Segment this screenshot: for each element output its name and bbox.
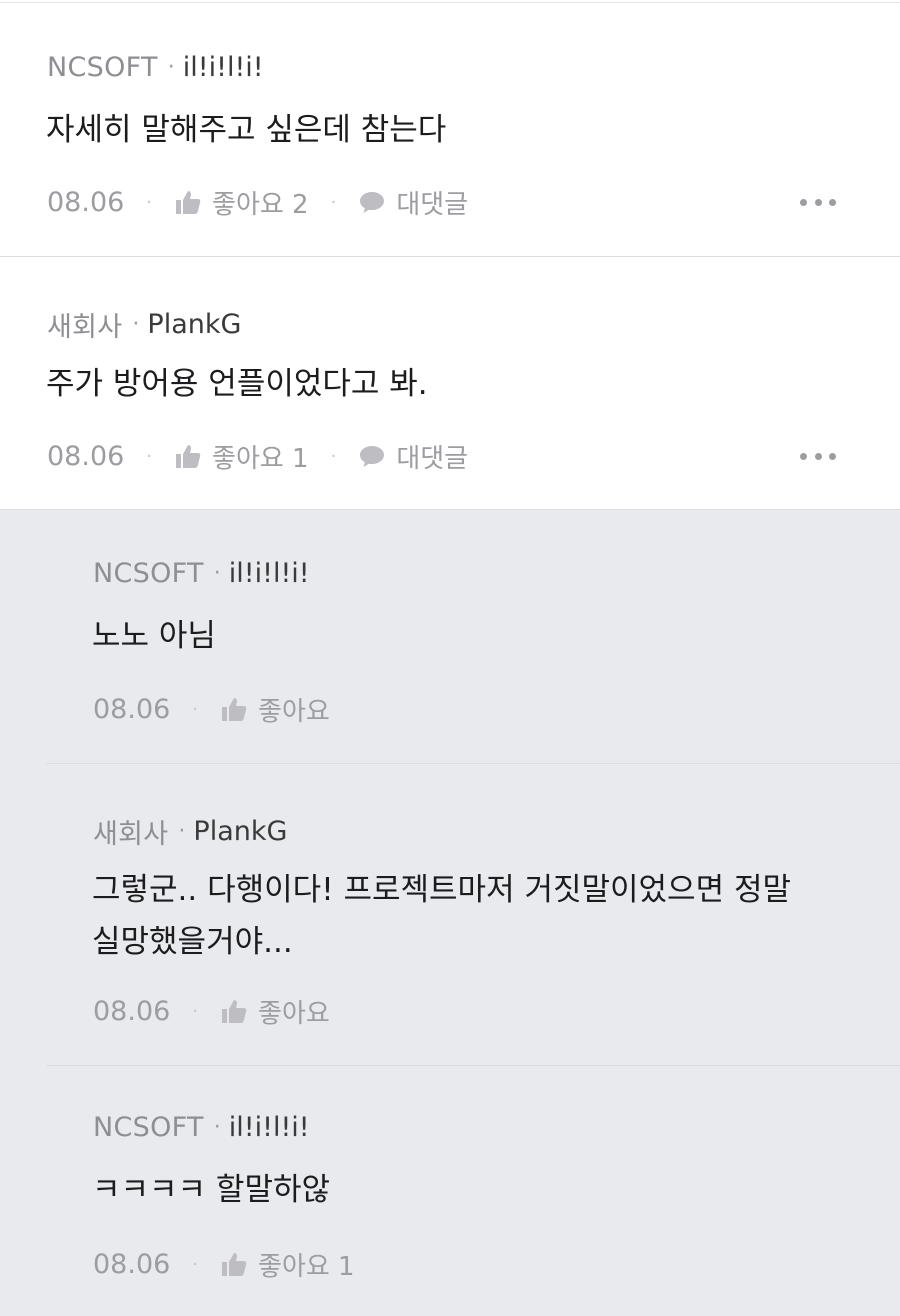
reply-date: 08.06 <box>93 693 171 725</box>
meta-separator: · <box>167 55 175 80</box>
author-company: 새회사 <box>47 312 123 343</box>
author-nickname[interactable]: PlankG <box>193 816 287 847</box>
reply-author: NCSOFT · il!i!l!i! <box>93 1112 310 1143</box>
speech-bubble-icon <box>358 442 386 470</box>
thumbs-up-icon <box>174 442 202 470</box>
reply-footer: 08.06 · 좋아요 1 <box>93 1244 355 1284</box>
comment-author: NCSOFT · il!i!l!i! <box>47 52 264 83</box>
comment-date: 08.06 <box>47 186 125 218</box>
reply-date: 08.06 <box>93 1248 171 1280</box>
comment-footer: 08.06 · 좋아요 2 · 대댓글 <box>47 182 468 222</box>
like-label: 좋아요 <box>258 998 330 1029</box>
meta-separator: · <box>213 561 221 586</box>
footer-separator: · <box>192 1000 199 1022</box>
thumbs-up-icon <box>174 188 202 216</box>
comment-text: 자세히 말해주고 싶은데 참는다 <box>46 112 447 148</box>
comment-item: 새회사 · PlankG 주가 방어용 언플이었다고 봐. 08.06 · 좋아… <box>0 257 900 510</box>
reply-footer: 08.06 · 좋아요 <box>93 991 330 1031</box>
reply-text: ㅋㅋㅋㅋ 할말하않 <box>92 1172 331 1208</box>
reply-text: 노노 아님 <box>92 618 216 654</box>
reply-author: NCSOFT · il!i!l!i! <box>93 558 310 589</box>
comment-footer: 08.06 · 좋아요 1 · 대댓글 <box>47 436 468 476</box>
author-nickname[interactable]: il!i!l!i! <box>229 558 310 589</box>
author-company: NCSOFT <box>93 558 204 589</box>
author-company: 새회사 <box>93 819 169 850</box>
like-label: 좋아요 1 <box>258 1251 355 1282</box>
reply-thread: NCSOFT · il!i!l!i! 노노 아님 08.06 · 좋아요 새회사 <box>0 510 900 1316</box>
footer-separator: · <box>192 698 199 720</box>
like-button[interactable]: 좋아요 <box>220 993 330 1030</box>
footer-separator: · <box>330 445 337 467</box>
reply-button[interactable]: 대댓글 <box>358 438 468 475</box>
reply-author: 새회사 · PlankG <box>93 812 287 851</box>
thumbs-up-icon <box>220 695 248 723</box>
thumbs-up-icon <box>220 997 248 1025</box>
comment-date: 08.06 <box>47 440 125 472</box>
footer-separator: · <box>146 191 153 213</box>
author-company: NCSOFT <box>93 1112 204 1143</box>
more-dots-icon[interactable] <box>800 187 836 217</box>
meta-separator: · <box>213 1115 221 1140</box>
speech-bubble-icon <box>358 188 386 216</box>
like-button[interactable]: 좋아요 1 <box>220 1246 355 1283</box>
comment-author: 새회사 · PlankG <box>47 305 241 344</box>
like-label: 좋아요 1 <box>212 443 309 474</box>
thumbs-up-icon <box>220 1250 248 1278</box>
footer-separator: · <box>330 191 337 213</box>
reply-text: 그렇군.. 다행이다! 프로젝트마저 거짓말이었으면 정말 실망했을거야... <box>92 872 791 960</box>
reply-item: NCSOFT · il!i!l!i! ㅋㅋㅋㅋ 할말하않 08.06 · 좋아요… <box>0 1066 900 1316</box>
reply-item: 새회사 · PlankG 그렇군.. 다행이다! 프로젝트마저 거짓말이었으면 … <box>0 764 900 1065</box>
meta-separator: · <box>132 312 140 337</box>
footer-separator: · <box>146 445 153 467</box>
like-button[interactable]: 좋아요 1 <box>174 438 309 475</box>
like-label: 좋아요 <box>258 696 330 727</box>
reply-button[interactable]: 대댓글 <box>358 184 468 221</box>
like-button[interactable]: 좋아요 2 <box>174 184 309 221</box>
comment-feed: NCSOFT · il!i!l!i! 자세히 말해주고 싶은데 참는다 08.0… <box>0 0 900 1316</box>
author-nickname[interactable]: PlankG <box>147 309 241 340</box>
reply-date: 08.06 <box>93 995 171 1027</box>
author-nickname[interactable]: il!i!l!i! <box>229 1112 310 1143</box>
comment-item: NCSOFT · il!i!l!i! 자세히 말해주고 싶은데 참는다 08.0… <box>0 3 900 257</box>
reply-label: 대댓글 <box>396 189 469 220</box>
more-dots-icon[interactable] <box>800 441 836 471</box>
reply-label: 대댓글 <box>396 443 469 474</box>
meta-separator: · <box>178 819 186 844</box>
author-company: NCSOFT <box>47 52 158 83</box>
comment-text: 주가 방어용 언플이었다고 봐. <box>46 366 428 402</box>
author-nickname[interactable]: il!i!l!i! <box>183 52 264 83</box>
reply-item: NCSOFT · il!i!l!i! 노노 아님 08.06 · 좋아요 <box>0 510 900 763</box>
reply-footer: 08.06 · 좋아요 <box>93 689 330 729</box>
like-button[interactable]: 좋아요 <box>220 691 330 728</box>
footer-separator: · <box>192 1253 199 1275</box>
like-label: 좋아요 2 <box>212 189 309 220</box>
